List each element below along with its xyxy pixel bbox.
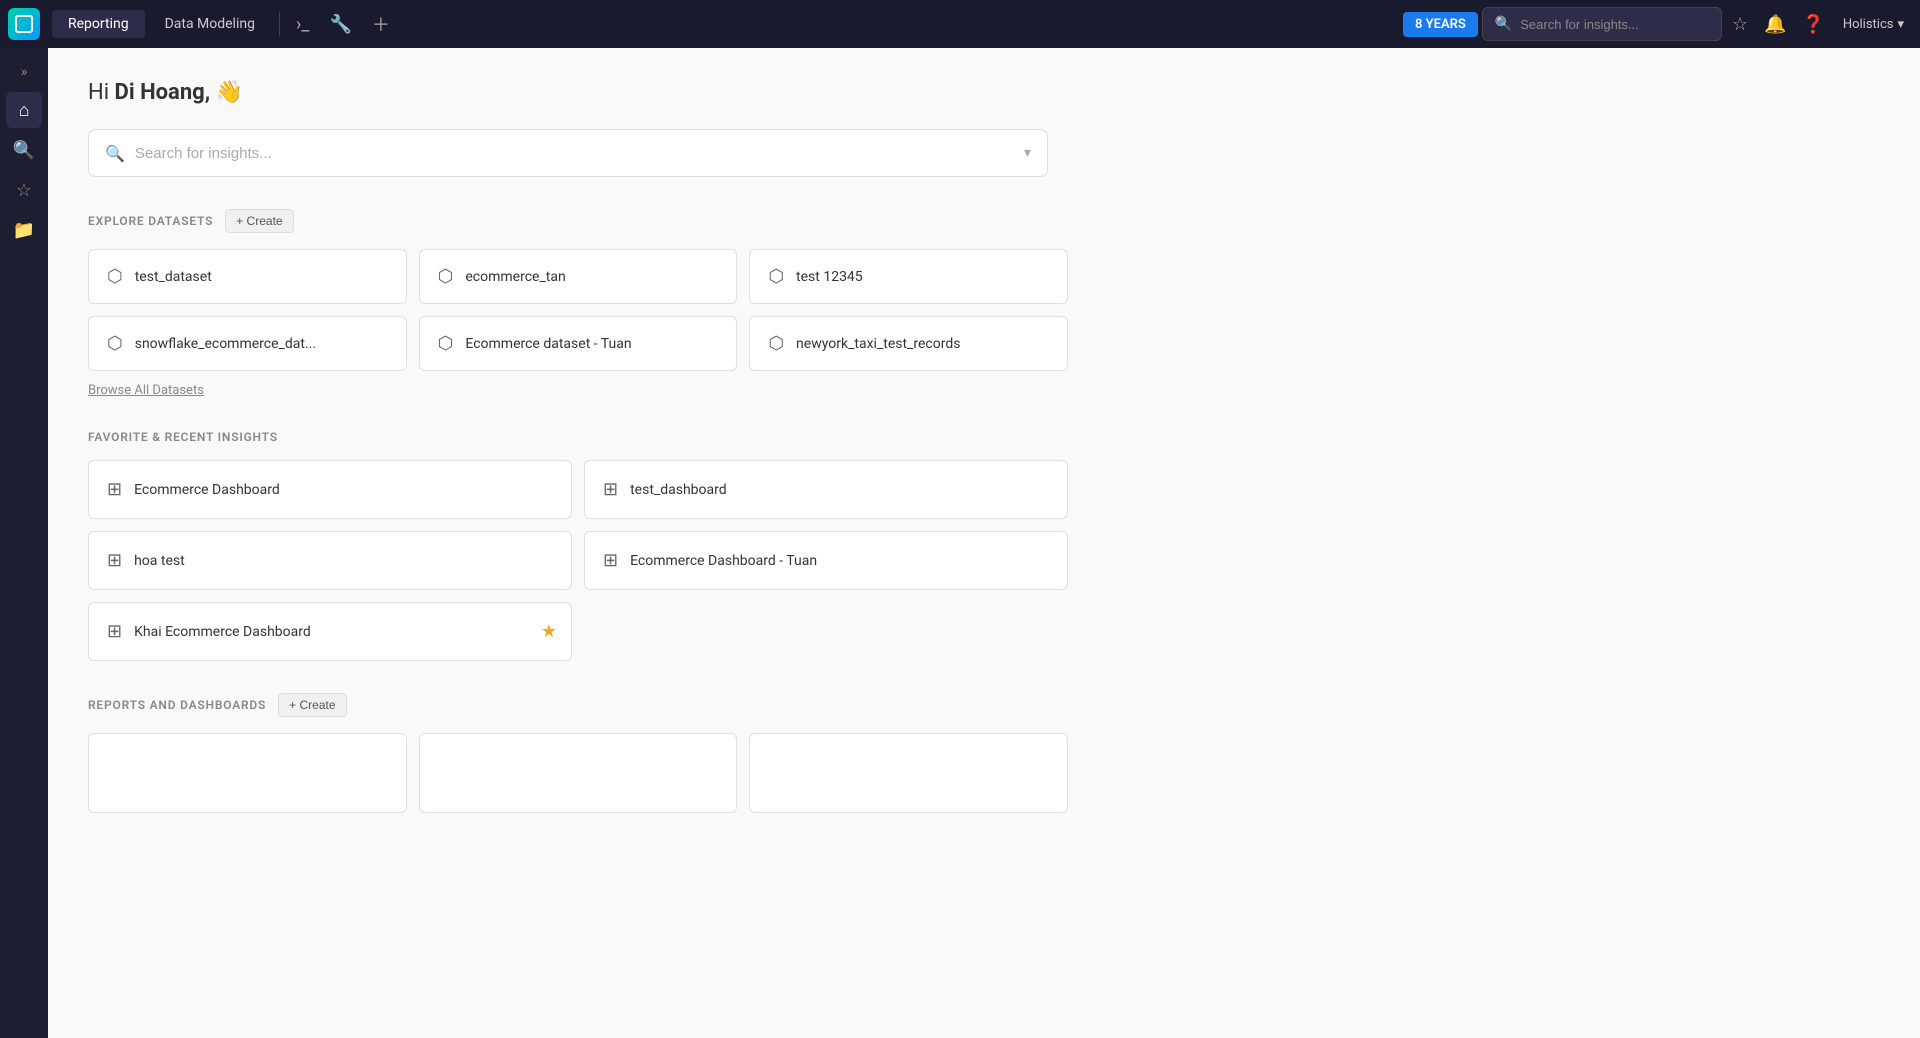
dataset-card-2[interactable]: ⬡ ecommerce_tan <box>419 249 738 304</box>
explore-datasets-header: EXPLORE DATASETS + Create <box>88 209 1068 233</box>
insight-star-5: ★ <box>541 621 557 642</box>
nav-tab-reporting[interactable]: Reporting <box>52 10 145 38</box>
top-search-bar[interactable]: 🔍 <box>1482 7 1722 41</box>
main-search-icon: 🔍 <box>105 144 125 163</box>
main-search-input[interactable] <box>135 145 1014 162</box>
dataset-icon-6: ⬡ <box>768 333 784 354</box>
sidebar-item-home[interactable]: ⌂ <box>6 92 42 128</box>
insight-card-1[interactable]: ⊞ Ecommerce Dashboard <box>88 460 572 519</box>
help-icon[interactable]: ❓ <box>1796 10 1830 39</box>
explore-datasets-title: EXPLORE DATASETS <box>88 214 213 228</box>
logo[interactable] <box>8 8 40 40</box>
explore-datasets-section: EXPLORE DATASETS + Create ⬡ test_dataset… <box>88 209 1068 398</box>
greeting-text: Hi Di Hoang, 👋 <box>88 80 1880 105</box>
greeting-username: Di Hoang, <box>115 80 211 105</box>
greeting-emoji: 👋 <box>216 80 243 105</box>
sidebar: » ⌂ 🔍 ☆ 📁 <box>0 48 48 1038</box>
report-card-2[interactable] <box>419 733 738 813</box>
insight-card-5[interactable]: ⊞ Khai Ecommerce Dashboard ★ <box>88 602 572 661</box>
browse-all-datasets-link[interactable]: Browse All Datasets <box>88 383 204 398</box>
dataset-card-1[interactable]: ⬡ test_dataset <box>88 249 407 304</box>
user-name-label: Holistics <box>1843 17 1894 32</box>
report-card-1[interactable] <box>88 733 407 813</box>
top-nav: Reporting Data Modeling ›_ 🔧 ＋ 8 YEARS 🔍… <box>0 0 1920 48</box>
nav-divider-1 <box>279 12 280 36</box>
reports-dashboards-title: REPORTS AND DASHBOARDS <box>88 698 266 712</box>
insight-card-4[interactable]: ⊞ Ecommerce Dashboard - Tuan <box>584 531 1068 590</box>
main-search-bar[interactable]: 🔍 ▾ <box>88 129 1048 177</box>
main-layout: » ⌂ 🔍 ☆ 📁 Hi Di Hoang, 👋 🔍 ▾ EXPLORE DAT… <box>0 48 1920 1038</box>
dataset-icon-1: ⬡ <box>107 266 123 287</box>
insight-name-2: test_dashboard <box>630 482 727 498</box>
favorite-recent-header: FAVORITE & RECENT INSIGHTS <box>88 430 1068 444</box>
dataset-card-6[interactable]: ⬡ newyork_taxi_test_records <box>749 316 1068 371</box>
add-icon[interactable]: ＋ <box>364 5 398 43</box>
dataset-card-3[interactable]: ⬡ test 12345 <box>749 249 1068 304</box>
create-dataset-button[interactable]: + Create <box>225 209 293 233</box>
create-report-button[interactable]: + Create <box>278 693 346 717</box>
insight-icon-3: ⊞ <box>107 550 122 571</box>
sidebar-item-search[interactable]: 🔍 <box>6 132 42 168</box>
favorite-recent-title: FAVORITE & RECENT INSIGHTS <box>88 430 278 444</box>
dataset-grid: ⬡ test_dataset ⬡ ecommerce_tan ⬡ test 12… <box>88 249 1068 371</box>
years-badge[interactable]: 8 YEARS <box>1403 12 1478 37</box>
sidebar-item-favorites[interactable]: ☆ <box>6 172 42 208</box>
reports-dashboards-header: REPORTS AND DASHBOARDS + Create <box>88 693 1068 717</box>
terminal-icon[interactable]: ›_ <box>288 8 318 41</box>
reports-grid <box>88 733 1068 813</box>
top-search-icon: 🔍 <box>1495 16 1512 32</box>
logo-icon <box>15 15 33 33</box>
search-dropdown-arrow[interactable]: ▾ <box>1024 145 1031 161</box>
dataset-name-5: Ecommerce dataset - Tuan <box>465 336 631 352</box>
dataset-name-3: test 12345 <box>796 269 863 285</box>
user-menu[interactable]: Holistics ▾ <box>1835 13 1912 36</box>
main-content: Hi Di Hoang, 👋 🔍 ▾ EXPLORE DATASETS + Cr… <box>48 48 1920 1038</box>
insight-name-3: hoa test <box>134 553 185 569</box>
insight-card-3[interactable]: ⊞ hoa test <box>88 531 572 590</box>
sidebar-expand-btn[interactable]: » <box>13 56 36 88</box>
dataset-icon-5: ⬡ <box>438 333 454 354</box>
dataset-name-6: newyork_taxi_test_records <box>796 336 960 352</box>
favorite-recent-section: FAVORITE & RECENT INSIGHTS ⊞ Ecommerce D… <box>88 430 1068 661</box>
dataset-card-4[interactable]: ⬡ snowflake_ecommerce_dat... <box>88 316 407 371</box>
star-icon[interactable]: ☆ <box>1726 10 1754 39</box>
reports-dashboards-section: REPORTS AND DASHBOARDS + Create <box>88 693 1068 813</box>
report-card-3[interactable] <box>749 733 1068 813</box>
dataset-name-1: test_dataset <box>135 269 212 285</box>
dataset-icon-4: ⬡ <box>107 333 123 354</box>
greeting-hi: Hi <box>88 80 109 105</box>
sidebar-item-collections[interactable]: 📁 <box>6 212 42 248</box>
wrench-icon[interactable]: 🔧 <box>322 8 360 41</box>
top-search-input[interactable] <box>1520 17 1709 32</box>
insight-name-1: Ecommerce Dashboard <box>134 482 280 498</box>
user-menu-chevron: ▾ <box>1897 17 1904 32</box>
dataset-name-4: snowflake_ecommerce_dat... <box>135 336 316 352</box>
insight-icon-4: ⊞ <box>603 550 618 571</box>
bell-icon[interactable]: 🔔 <box>1758 10 1792 39</box>
insight-icon-5: ⊞ <box>107 621 122 642</box>
insight-name-4: Ecommerce Dashboard - Tuan <box>630 553 817 569</box>
dataset-icon-3: ⬡ <box>768 266 784 287</box>
nav-tab-data-modeling[interactable]: Data Modeling <box>149 10 271 38</box>
insights-grid: ⊞ Ecommerce Dashboard ⊞ test_dashboard ⊞… <box>88 460 1068 661</box>
dataset-icon-2: ⬡ <box>438 266 454 287</box>
dataset-card-5[interactable]: ⬡ Ecommerce dataset - Tuan <box>419 316 738 371</box>
dataset-name-2: ecommerce_tan <box>465 269 565 285</box>
insight-icon-1: ⊞ <box>107 479 122 500</box>
insight-card-2[interactable]: ⊞ test_dashboard <box>584 460 1068 519</box>
insight-name-5: Khai Ecommerce Dashboard <box>134 624 311 640</box>
insight-icon-2: ⊞ <box>603 479 618 500</box>
